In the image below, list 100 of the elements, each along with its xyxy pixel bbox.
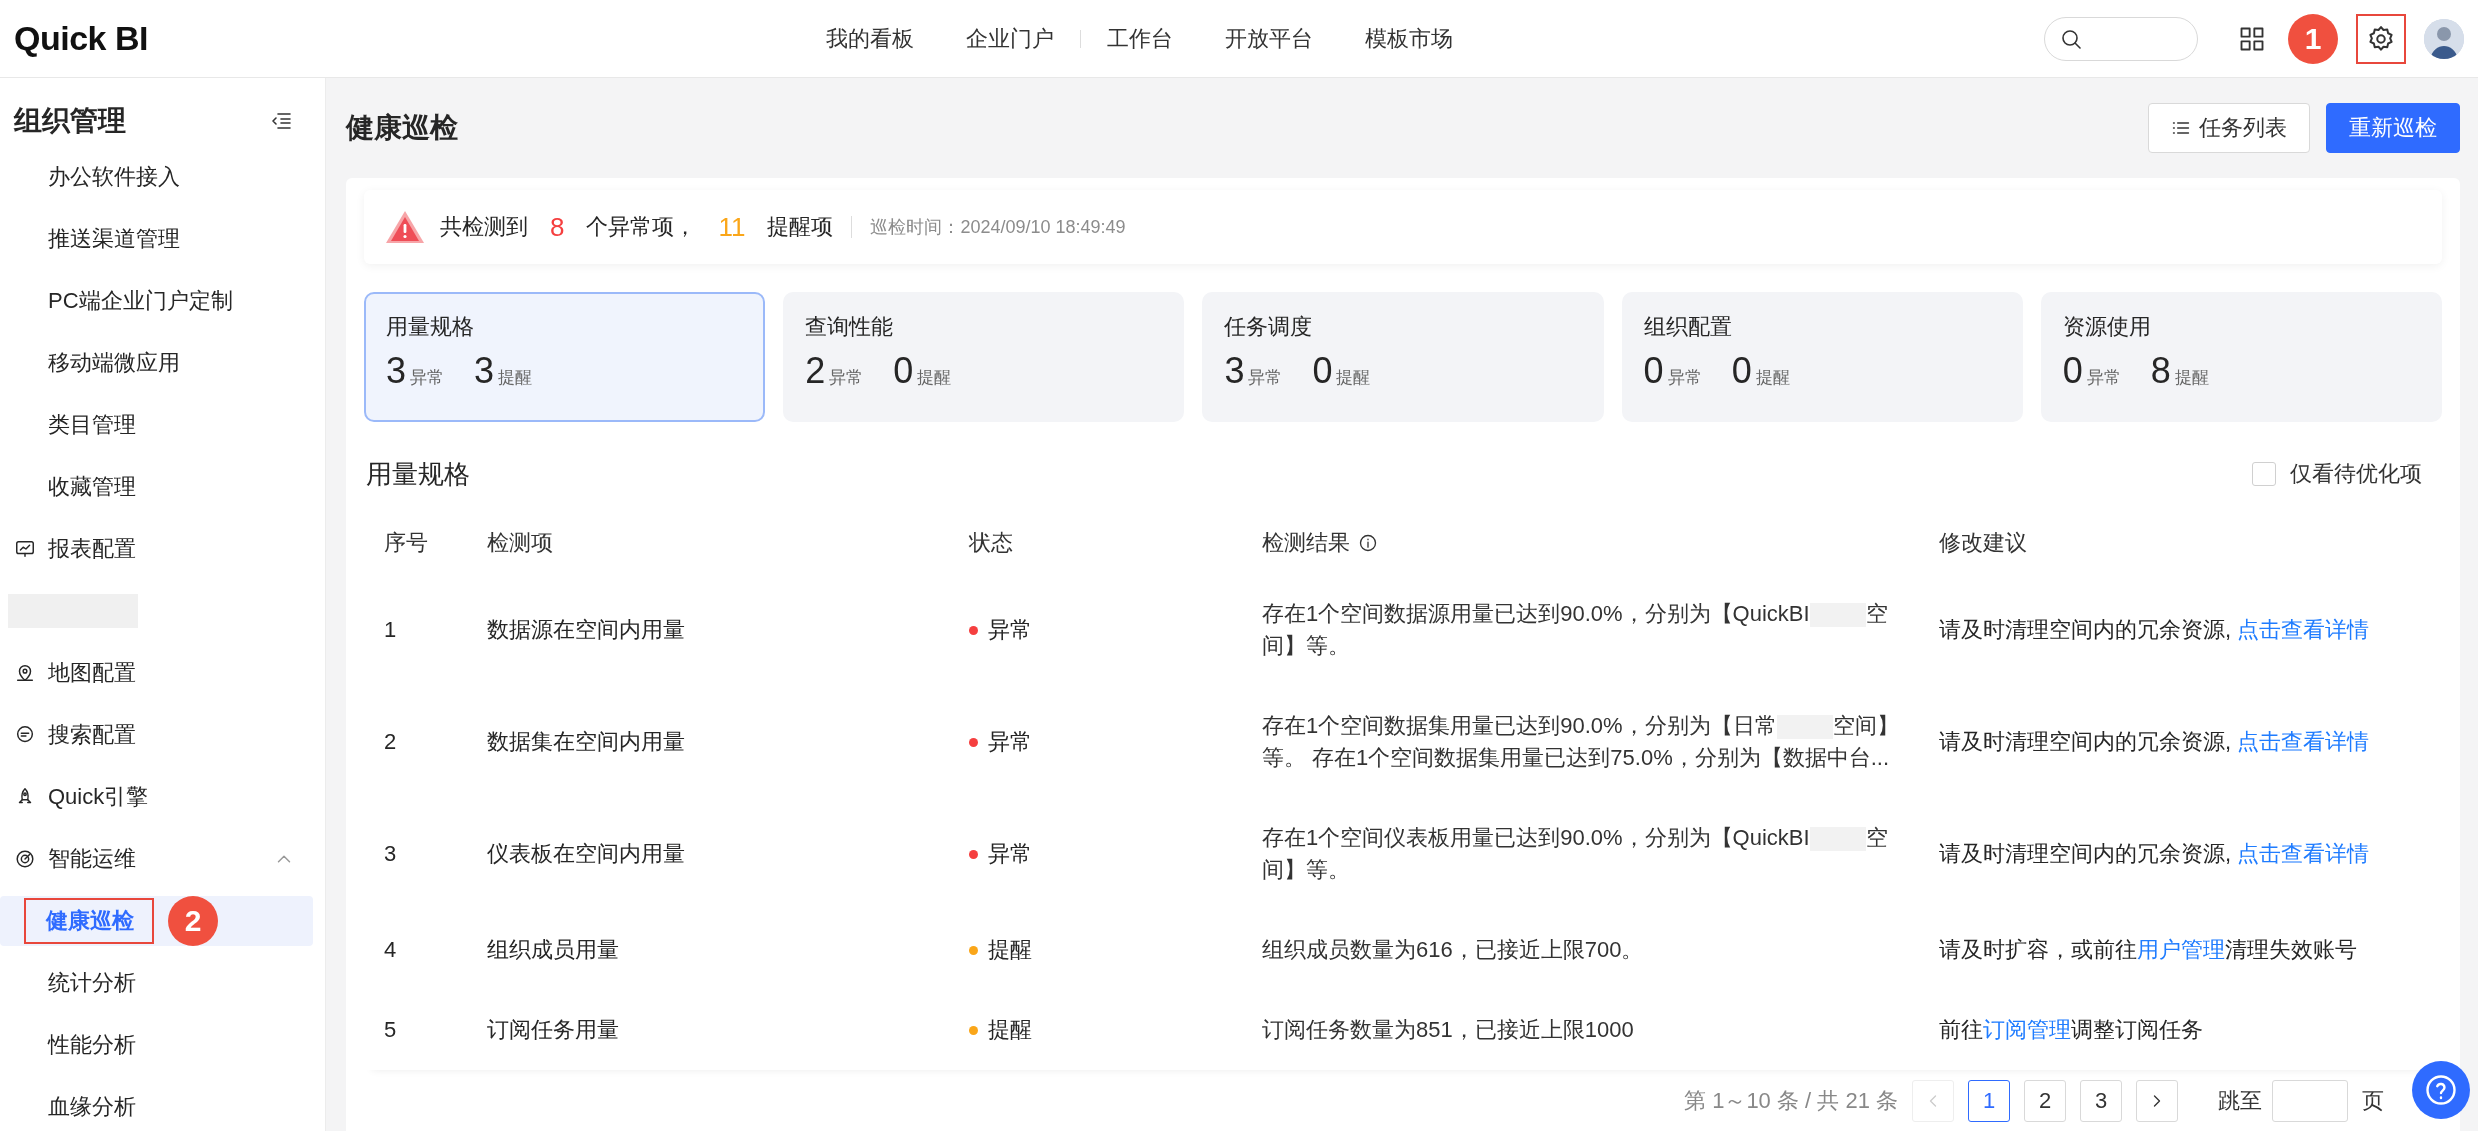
column-header: 检测项 <box>487 529 553 557</box>
page-suffix: 页 <box>2362 1086 2384 1115</box>
category-card[interactable]: 组织配置 0 异常 0 提醒 <box>1621 292 2023 422</box>
checkbox-label: 仅看待优化项 <box>2290 460 2422 488</box>
reminder-count: 0 <box>1731 350 1752 392</box>
detail-link[interactable]: 点击查看详情 <box>2237 729 2370 754</box>
column-header: 检测结果 <box>1262 529 1350 557</box>
detail-link[interactable]: 点击查看详情 <box>2237 617 2370 642</box>
sidebar-item[interactable]: PC端企业门户定制 <box>48 282 233 320</box>
reminder-count: 0 <box>893 350 914 392</box>
warning-icon <box>384 209 426 245</box>
page-title: 健康巡检 <box>346 111 458 145</box>
category-card[interactable]: 任务调度 3 异常 0 提醒 <box>1202 292 1604 422</box>
column-header: 修改建议 <box>1939 529 2027 557</box>
row-number: 5 <box>384 1017 397 1042</box>
count-label: 异常 <box>829 367 864 389</box>
summary-text: 共检测到 <box>440 213 528 241</box>
advice-text: 请及时清理空间内的冗余资源, 点击查看详情 <box>1939 616 2371 644</box>
task-list-button[interactable]: 任务列表 <box>2148 103 2310 153</box>
next-page-button[interactable] <box>2136 1079 2178 1122</box>
sidebar-item[interactable]: 性能分析 <box>48 1026 136 1064</box>
jump-label: 跳至 <box>2218 1086 2262 1115</box>
status-text: 提醒 <box>988 936 1032 964</box>
nav-link[interactable]: 开放平台 <box>1199 24 1339 54</box>
sidebar-item[interactable]: 健康巡检 <box>46 902 134 940</box>
advice-text: 前往订阅管理调整订阅任务 <box>1939 1016 2204 1044</box>
category-title: 任务调度 <box>1224 313 1314 341</box>
app-logo: Quick BI <box>14 19 148 58</box>
result-text: 组织成员数量为616，已接近上限700。 <box>1262 936 1645 964</box>
row-number: 4 <box>384 937 397 962</box>
category-title: 资源使用 <box>2062 313 2152 341</box>
count-label: 提醒 <box>1336 367 1371 389</box>
sidebar-group[interactable]: Quick引擎 <box>48 778 149 816</box>
sidebar-item[interactable]: 收藏管理 <box>48 468 136 506</box>
sidebar-item[interactable]: 移动端微应用 <box>48 344 180 382</box>
sidebar-item[interactable]: 统计分析 <box>48 964 136 1002</box>
reminder-count: 11 <box>718 211 746 243</box>
check-item: 数据集在空间内用量 <box>487 729 685 754</box>
count-label: 异常 <box>1667 367 1702 389</box>
page-button[interactable]: 2 <box>2024 1079 2066 1122</box>
avatar[interactable] <box>2424 18 2464 59</box>
section-title: 用量规格 <box>365 457 470 491</box>
reminder-count: 3 <box>474 350 495 392</box>
sidebar-group[interactable]: 报表配置 <box>48 530 136 568</box>
check-item: 仪表板在空间内用量 <box>487 841 685 866</box>
sidebar-item[interactable]: 办公软件接入 <box>48 158 180 196</box>
page-button[interactable]: 1 <box>1968 1079 2010 1122</box>
page-button[interactable]: 3 <box>2080 1079 2122 1122</box>
advice-text: 请及时清理空间内的冗余资源, 点击查看详情 <box>1939 840 2371 868</box>
summary-text: 提醒项 <box>767 213 834 241</box>
rerun-button[interactable]: 重新巡检 <box>2326 103 2460 153</box>
count-label: 提醒 <box>2174 367 2209 389</box>
status-text: 异常 <box>988 728 1032 756</box>
nav-link[interactable]: 企业门户 <box>940 24 1080 54</box>
summary-text: 个异常项， <box>586 213 697 241</box>
abnormal-count: 3 <box>1224 350 1245 392</box>
target-icon <box>14 848 36 870</box>
abnormal-count: 0 <box>2062 350 2083 392</box>
count-label: 提醒 <box>1755 367 1790 389</box>
category-card[interactable]: 资源使用 0 异常 8 提醒 <box>2040 292 2442 422</box>
nav-link[interactable]: 模板市场 <box>1339 24 1479 54</box>
abnormal-count: 0 <box>1643 350 1664 392</box>
question-icon <box>2423 1072 2459 1108</box>
advice-text: 请及时扩容，或前往用户管理清理失效账号 <box>1939 936 2358 964</box>
checkbox[interactable] <box>2252 462 2276 486</box>
column-header: 状态 <box>969 529 1013 557</box>
sidebar-item[interactable]: 血缘分析 <box>48 1088 136 1126</box>
result-text: 存在1个空间仪表板用量已达到90.0%，分别为【QuickBI 空间】等。 <box>1262 824 1889 884</box>
abnormal-count: 8 <box>550 211 565 243</box>
category-card[interactable]: 用量规格 3 异常 3 提醒 <box>364 292 766 422</box>
nav-link[interactable]: 工作台 <box>1081 24 1199 54</box>
count-label: 提醒 <box>498 367 533 389</box>
sidebar-group[interactable]: 地图配置 <box>48 654 136 692</box>
detail-link[interactable]: 点击查看详情 <box>2237 841 2370 866</box>
info-icon <box>1358 533 1378 553</box>
count-label: 异常 <box>2086 367 2121 389</box>
advice-text: 请及时清理空间内的冗余资源, 点击查看详情 <box>1939 728 2371 756</box>
count-label: 提醒 <box>917 367 952 389</box>
abnormal-count: 3 <box>386 350 407 392</box>
row-number: 3 <box>384 841 397 866</box>
check-item: 订阅任务用量 <box>487 1017 619 1042</box>
sidebar-item[interactable]: 类目管理 <box>48 406 136 444</box>
category-title: 组织配置 <box>1643 313 1733 341</box>
page-input[interactable] <box>2272 1079 2348 1122</box>
category-title: 用量规格 <box>386 313 475 341</box>
result-text: 存在1个空间数据源用量已达到90.0%，分别为【QuickBI 空间】等。 <box>1262 600 1889 660</box>
detail-link[interactable]: 用户管理 <box>2137 937 2225 962</box>
detail-link[interactable]: 订阅管理 <box>1983 1017 2071 1042</box>
map-pin-icon <box>14 662 36 684</box>
reminder-count: 8 <box>2150 350 2171 392</box>
sidebar-item[interactable]: 推送渠道管理 <box>48 220 180 258</box>
sidebar-group[interactable]: 搜索配置 <box>48 716 136 754</box>
result-text: 订阅任务数量为851，已接近上限1000 <box>1262 1016 1635 1044</box>
category-card[interactable]: 查询性能 2 异常 0 提醒 <box>783 292 1185 422</box>
step-badge: 1 <box>2288 13 2338 64</box>
category-title: 查询性能 <box>805 313 895 341</box>
nav-link[interactable]: 我的看板 <box>800 24 940 54</box>
sidebar-group[interactable]: 智能运维 <box>48 840 136 878</box>
check-item: 组织成员用量 <box>487 937 619 962</box>
row-number: 2 <box>384 729 397 754</box>
